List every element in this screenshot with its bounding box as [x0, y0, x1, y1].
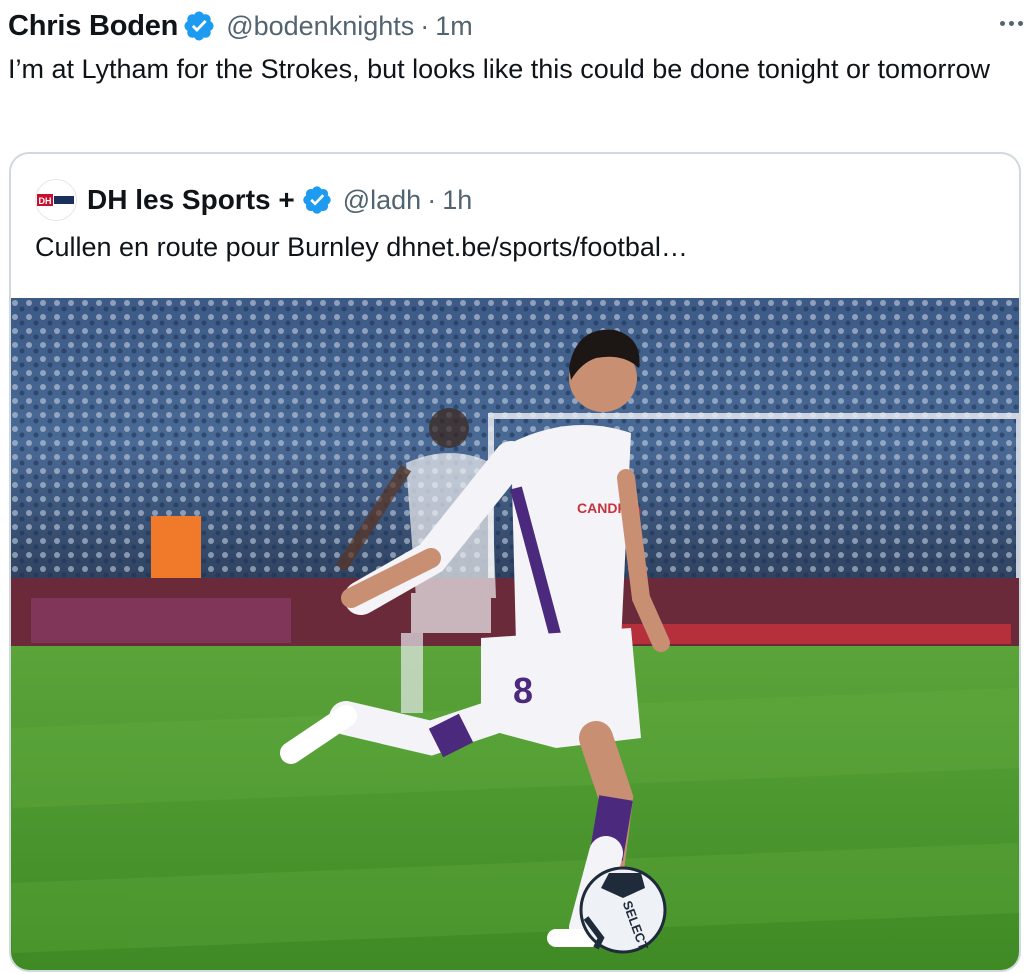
verified-badge-icon: [301, 184, 333, 216]
dot-separator: ·: [427, 184, 437, 215]
quoted-tweet-card[interactable]: DH DH les Sports + @ladh · 1h Cullen en …: [9, 152, 1021, 972]
football-photo: CANDRIA 8 SELECT: [11, 298, 1019, 970]
quoted-tweet-text: Cullen en route pour Burnley dhnet.be/sp…: [35, 232, 688, 262]
quoted-tweet-photo[interactable]: CANDRIA 8 SELECT: [11, 298, 1019, 970]
author-handle[interactable]: @bodenknights: [226, 11, 414, 42]
quoted-timestamp[interactable]: 1h: [442, 185, 472, 216]
dot-separator: ·: [420, 10, 430, 41]
quoted-author-handle[interactable]: @ladh: [343, 185, 421, 216]
quoted-tweet-header: DH DH les Sports + @ladh · 1h: [35, 178, 472, 222]
verified-badge-icon: [182, 9, 216, 43]
steward: [151, 516, 201, 578]
avatar[interactable]: DH: [35, 179, 77, 221]
more-options-icon[interactable]: [994, 8, 1028, 38]
timestamp[interactable]: 1m: [435, 11, 473, 42]
avatar-logo-text: DH: [39, 196, 52, 206]
author-name[interactable]: Chris Boden: [8, 10, 178, 43]
tweet-text: I’m at Lytham for the Strokes, but looks…: [8, 54, 990, 84]
tweet-header: Chris Boden @bodenknights · 1m: [8, 4, 1024, 48]
shorts-number: 8: [513, 670, 533, 711]
football: SELECT: [579, 866, 667, 954]
quoted-author-name[interactable]: DH les Sports +: [87, 184, 295, 216]
